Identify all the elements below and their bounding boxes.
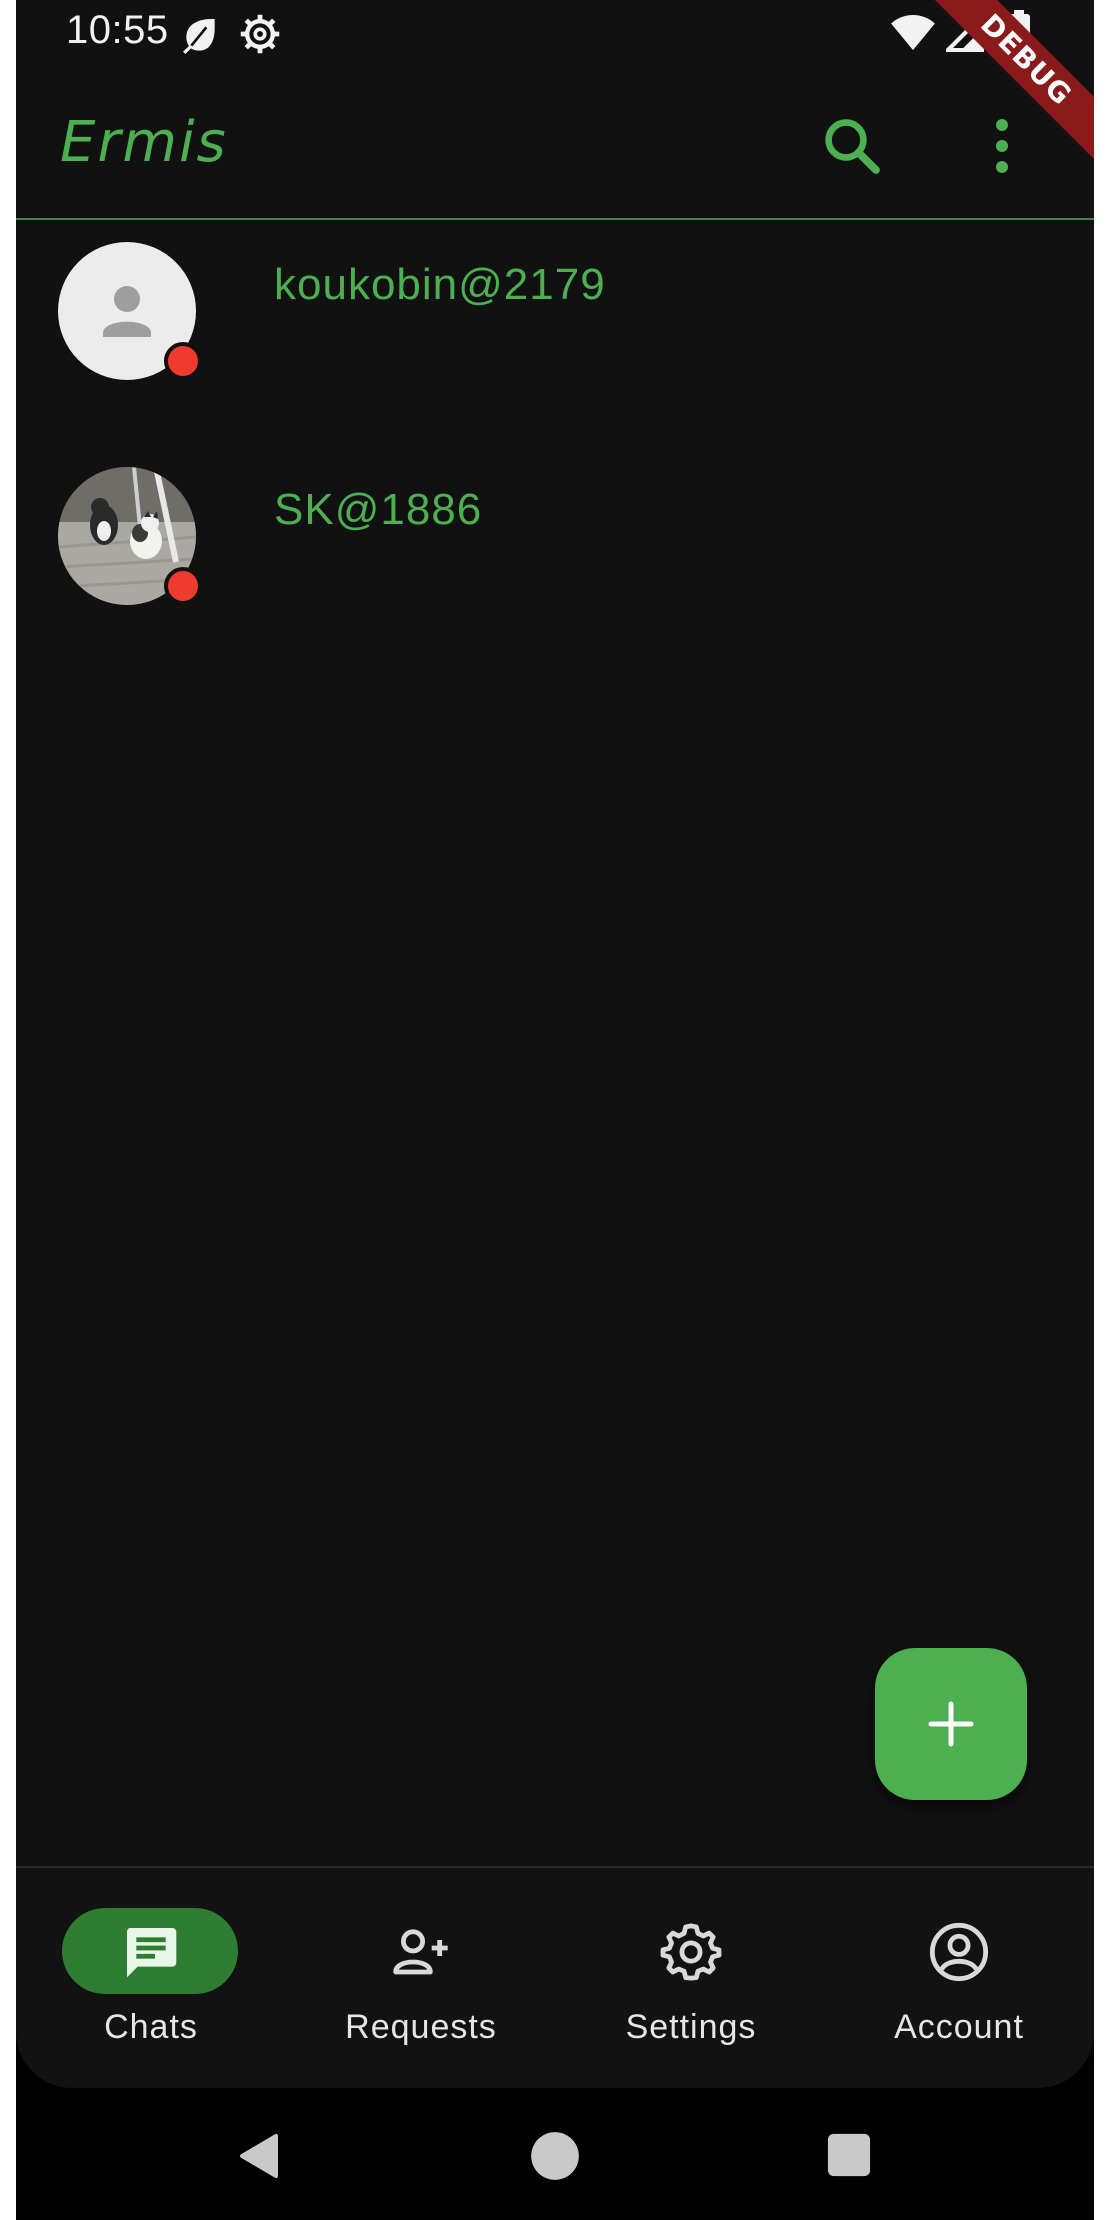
settings-gear-icon — [240, 14, 280, 54]
app-title: Ermis — [60, 110, 228, 175]
search-icon — [825, 119, 880, 174]
nav-item-chats[interactable]: Chats — [16, 1868, 286, 2088]
more-vert-icon — [996, 119, 1008, 173]
device-frame: 10:55 DEBUG Ermis koukobin@2179 SK@1886 … — [16, 0, 1094, 2220]
nav-item-requests[interactable]: Requests — [286, 1868, 556, 2088]
status-time: 10:55 — [66, 8, 169, 52]
nav-item-account[interactable]: Account — [824, 1868, 1094, 2088]
nav-label: Settings — [625, 2008, 757, 2046]
app-bar: Ermis — [16, 70, 1094, 220]
chat-icon — [126, 1928, 177, 1978]
chat-name: koukobin@2179 — [274, 260, 606, 309]
plus-icon — [928, 1701, 974, 1747]
gear-icon — [660, 1923, 722, 1981]
person-add-icon — [393, 1929, 448, 1975]
more-options-button[interactable] — [966, 110, 1038, 182]
home-icon[interactable] — [529, 2130, 581, 2182]
bottom-navigation-bar: Chats Requests Settings Account — [16, 1866, 1094, 2088]
chat-name: SK@1886 — [274, 485, 483, 534]
status-bar: 10:55 — [16, 0, 1094, 70]
system-navigation-bar — [16, 2088, 1094, 2220]
leaf-icon — [183, 19, 215, 54]
wifi-icon — [891, 14, 935, 51]
chat-list-item[interactable]: SK@1886 — [16, 467, 1094, 691]
recents-icon[interactable] — [826, 2132, 872, 2178]
nav-label: Account — [894, 2008, 1024, 2046]
chat-list-item[interactable]: koukobin@2179 — [16, 242, 1094, 466]
account-circle-icon — [929, 1922, 989, 1982]
back-icon[interactable] — [236, 2132, 284, 2180]
nav-label: Chats — [104, 2008, 198, 2046]
new-chat-fab[interactable] — [875, 1648, 1027, 1800]
nav-item-settings[interactable]: Settings — [556, 1868, 826, 2088]
app-screen: 10:55 DEBUG Ermis koukobin@2179 SK@1886 … — [16, 0, 1094, 2088]
nav-label: Requests — [345, 2008, 497, 2046]
offline-status-dot — [164, 567, 202, 605]
offline-status-dot — [164, 342, 202, 380]
search-button[interactable] — [816, 110, 888, 182]
